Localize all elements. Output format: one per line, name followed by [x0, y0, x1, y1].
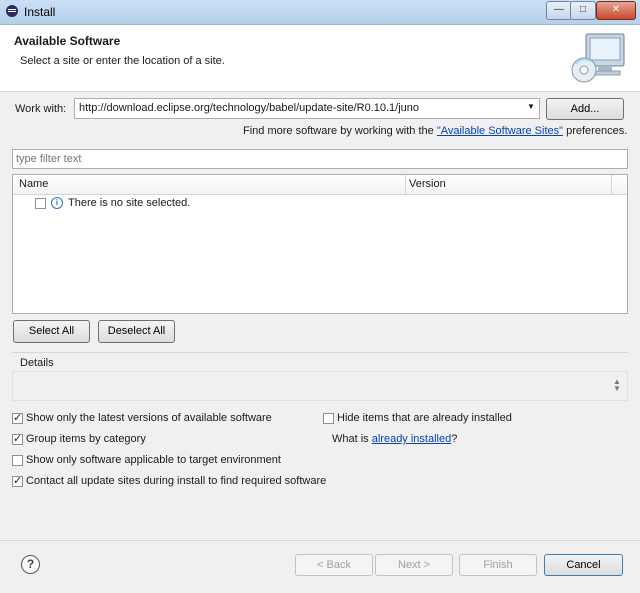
available-software-sites-link[interactable]: "Available Software Sites"	[437, 125, 563, 137]
target-environment-checkbox[interactable]	[12, 455, 23, 466]
latest-versions-checkbox[interactable]	[12, 411, 23, 424]
minimize-button[interactable]: —	[546, 1, 572, 20]
what-is-prefix: What is	[332, 433, 372, 445]
row-checkbox[interactable]	[35, 198, 46, 209]
what-is-suffix: ?	[451, 433, 458, 445]
select-all-button[interactable]: Select All	[13, 320, 90, 343]
filter-input[interactable]	[12, 149, 628, 169]
already-installed-link[interactable]: already installed	[372, 433, 452, 445]
page-subtitle: Select a site or enter the location of a…	[20, 55, 225, 67]
separator	[12, 352, 628, 353]
hide-installed-label: Hide items that are already installed	[337, 412, 512, 424]
window-title: Install	[24, 5, 56, 19]
next-button[interactable]: Next >	[375, 554, 453, 576]
details-area[interactable]: ▲ ▼	[12, 371, 628, 401]
maximize-button[interactable]: □	[570, 1, 596, 20]
back-button[interactable]: < Back	[295, 554, 373, 576]
deselect-all-button[interactable]: Deselect All	[98, 320, 175, 343]
close-window-button[interactable]: ✕	[596, 1, 636, 20]
row-message: There is no site selected.	[68, 197, 191, 209]
group-by-category-label: Group items by category	[26, 433, 146, 445]
work-with-label: Work with:	[15, 103, 67, 115]
wizard-header: Available Software Select a site or ente…	[0, 25, 640, 92]
hide-installed-checkbox[interactable]	[323, 413, 334, 424]
software-table[interactable]: Name Version i There is no site selected…	[12, 174, 628, 314]
table-header: Name Version	[13, 175, 627, 195]
finish-button[interactable]: Finish	[459, 554, 537, 576]
footer-separator	[0, 540, 640, 541]
scroll-arrows-icon[interactable]: ▲ ▼	[613, 378, 621, 393]
column-version[interactable]: Version	[409, 178, 446, 190]
find-more-text: Find more software by working with the "…	[243, 125, 627, 137]
table-row[interactable]: i There is no site selected.	[13, 196, 627, 212]
cancel-button[interactable]: Cancel	[544, 554, 623, 576]
title-bar[interactable]: Install — □ ✕	[0, 0, 640, 25]
target-environment-label: Show only software applicable to target …	[26, 454, 281, 466]
find-more-suffix: preferences.	[563, 125, 628, 137]
work-with-value: http://download.eclipse.org/technology/b…	[79, 102, 420, 114]
what-is-installed-text: What is already installed?	[332, 433, 457, 445]
help-icon[interactable]: ?	[21, 555, 40, 574]
add-site-button[interactable]: Add...	[546, 98, 624, 120]
info-icon: i	[51, 197, 63, 209]
find-more-prefix: Find more software by working with the	[243, 125, 437, 137]
contact-sites-label: Contact all update sites during install …	[26, 475, 327, 487]
eclipse-icon	[6, 5, 18, 17]
column-divider[interactable]	[405, 175, 406, 194]
page-title: Available Software	[14, 34, 121, 48]
group-by-category-checkbox[interactable]	[12, 432, 23, 445]
install-software-icon	[571, 33, 625, 83]
contact-sites-checkbox[interactable]	[12, 474, 23, 487]
column-divider[interactable]	[611, 175, 612, 194]
column-name[interactable]: Name	[19, 178, 48, 190]
latest-versions-label: Show only the latest versions of availab…	[26, 412, 272, 424]
work-with-combo[interactable]: http://download.eclipse.org/technology/b…	[74, 98, 540, 119]
details-label: Details	[20, 357, 54, 369]
chevron-down-icon[interactable]: ▼	[527, 102, 535, 111]
